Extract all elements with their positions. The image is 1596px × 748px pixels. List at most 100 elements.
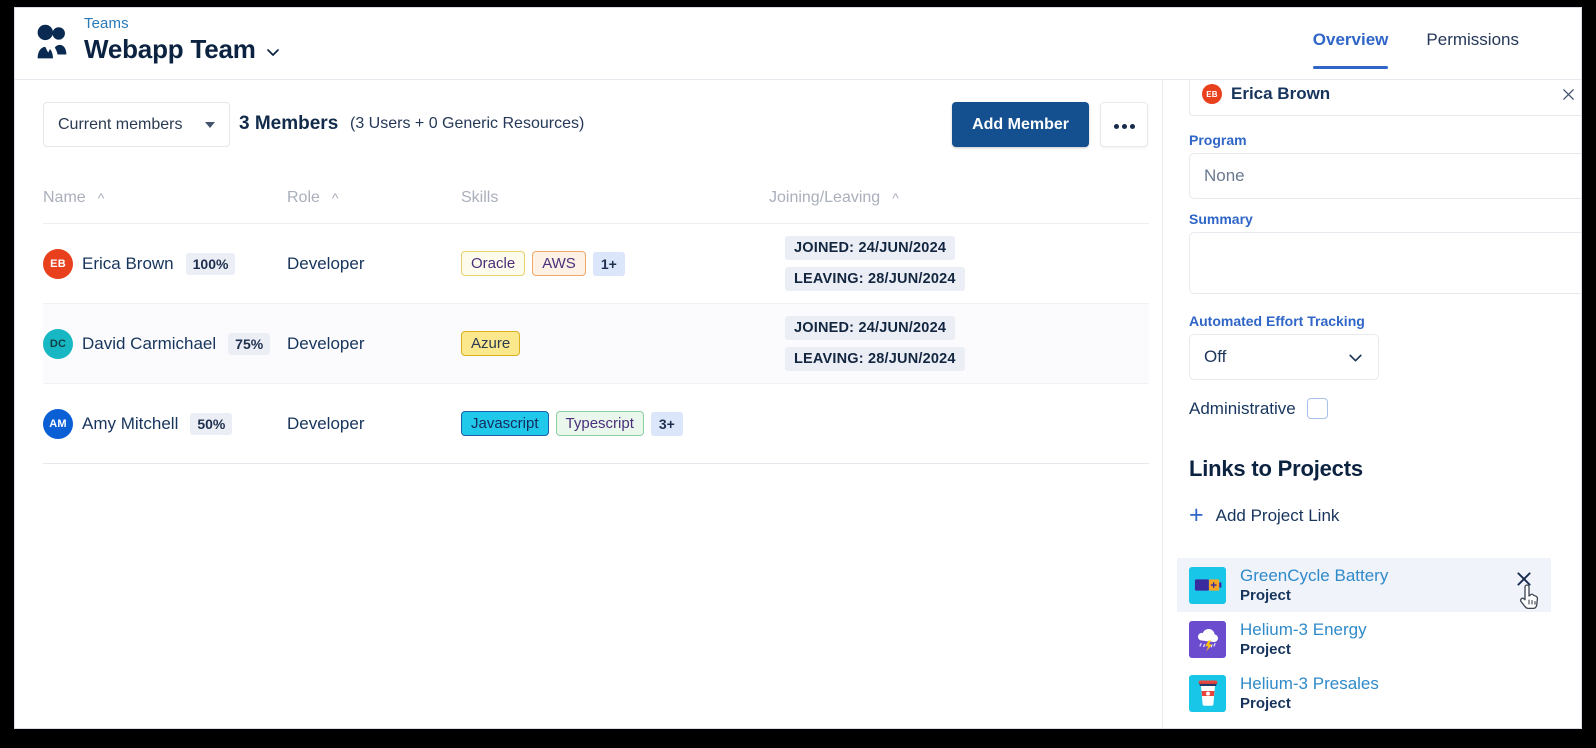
automated-effort-tracking-label: Automated Effort Tracking [1189,313,1379,329]
joined-badge: JOINED: 24/JUN/2024 [785,316,955,340]
skill-overflow-badge[interactable]: 1+ [593,252,625,276]
member-name-cell: EB Erica Brown 100% [43,249,287,279]
member-role: Developer [287,254,461,274]
project-name[interactable]: Helium-3 Energy [1240,619,1367,640]
member-dates-cell: JOINED: 24/JUN/2024 LEAVING: 28/JUN/2024 [769,316,1149,371]
tab-overview[interactable]: Overview [1313,30,1389,69]
selected-person-select[interactable]: EB Erica Brown [1189,80,1581,116]
administrative-checkbox[interactable] [1307,398,1328,419]
program-select[interactable]: None [1189,153,1581,199]
tab-bar: Overview Permissions [1313,30,1519,69]
mouse-cursor-pointer [1517,584,1543,614]
sort-asc-icon: ^ [332,191,339,205]
allocation-badge: 100% [186,253,236,275]
column-label: Role [287,189,320,207]
project-link-item[interactable]: Helium-3 Presales Project [1177,666,1551,720]
table-header-row: Name ^ Role ^ Skills Joining/Leaving ^ [43,172,1149,224]
project-type: Project [1240,694,1379,714]
column-header-name[interactable]: Name ^ [43,189,287,207]
member-role: Developer [287,414,461,434]
members-filter-value: Current members [58,116,182,134]
breadcrumb[interactable]: Teams [84,15,129,32]
table-row[interactable]: AM Amy Mitchell 50% Developer Javascript… [43,384,1149,464]
project-name[interactable]: GreenCycle Battery [1240,565,1388,586]
app-window: Teams Webapp Team Overview Permissions C… [14,7,1582,729]
project-link-item[interactable]: GreenCycle Battery Project [1177,558,1551,612]
team-people-icon [29,20,75,66]
skill-chip[interactable]: AWS [532,251,586,276]
table-row[interactable]: DC David Carmichael 75% Developer Azure [43,304,1149,384]
members-filter-select[interactable]: Current members [43,102,230,147]
chevron-down-icon [1347,349,1364,366]
plus-icon: + [1189,503,1204,528]
member-dates-cell: JOINED: 24/JUN/2024 LEAVING: 28/JUN/2024 [769,236,1149,291]
add-project-link-button[interactable]: + Add Project Link [1189,503,1581,528]
member-name-cell: AM Amy Mitchell 50% [43,409,287,439]
chevron-down-icon [205,122,215,128]
page-title: Webapp Team [84,34,256,65]
members-table: Name ^ Role ^ Skills Joining/Leaving ^ [43,172,1149,464]
add-project-link-label: Add Project Link [1216,506,1340,526]
column-label: Name [43,189,86,207]
avatar: EB [1202,84,1222,104]
skill-chip[interactable]: Azure [461,331,520,356]
leaving-badge: LEAVING: 28/JUN/2024 [785,347,965,371]
tracking-value: Off [1204,347,1226,367]
column-label: Joining/Leaving [769,189,880,207]
project-type: Project [1240,640,1367,660]
column-header-skills[interactable]: Skills [461,189,769,207]
administrative-label: Administrative [1189,399,1296,419]
skill-chip[interactable]: Javascript [461,411,549,436]
member-name: David Carmichael [82,334,216,354]
automated-effort-tracking-select[interactable]: Off [1189,334,1379,380]
summary-label: Summary [1189,211,1581,227]
member-name: Erica Brown [82,254,174,274]
storm-cloud-icon [1189,621,1226,658]
project-link-item[interactable]: Helium-3 Energy Project [1177,612,1551,666]
member-name: Amy Mitchell [82,414,178,434]
program-value: None [1204,166,1245,186]
summary-textarea[interactable] [1189,232,1581,294]
column-header-role[interactable]: Role ^ [287,189,461,207]
member-skills-cell: Azure [461,331,769,356]
member-role: Developer [287,334,461,354]
members-toolbar: Current members 3 Members (3 Users + 0 G… [15,102,1162,150]
tab-permissions[interactable]: Permissions [1426,30,1519,69]
allocation-badge: 75% [228,333,270,355]
team-title-menu[interactable]: Webapp Team [84,34,281,65]
member-name-cell: DC David Carmichael 75% [43,329,287,359]
add-member-button[interactable]: Add Member [952,102,1089,147]
sort-asc-icon: ^ [892,191,899,205]
skill-overflow-badge[interactable]: 3+ [651,412,683,436]
avatar: DC [43,329,73,359]
column-label: Skills [461,189,498,207]
leaving-badge: LEAVING: 28/JUN/2024 [785,267,965,291]
joined-badge: JOINED: 24/JUN/2024 [785,236,955,260]
page-header: Teams Webapp Team Overview Permissions [15,8,1581,80]
column-header-joining-leaving[interactable]: Joining/Leaving ^ [769,189,1149,207]
program-label: Program [1189,132,1581,148]
details-side-panel: EB Erica Brown Program None [1163,80,1581,729]
members-count: 3 Members [239,113,338,135]
page-body: Current members 3 Members (3 Users + 0 G… [15,80,1581,729]
sort-asc-icon: ^ [98,191,105,205]
member-skills-cell: Oracle AWS 1+ [461,251,769,276]
ellipsis-icon [1112,116,1136,134]
avatar: EB [43,249,73,279]
project-type: Project [1240,586,1388,606]
table-row[interactable]: EB Erica Brown 100% Developer Oracle AWS… [43,224,1149,304]
chevron-down-icon [265,44,281,60]
members-breakdown: (3 Users + 0 Generic Resources) [350,115,584,133]
allocation-badge: 50% [190,413,232,435]
close-icon[interactable] [1561,87,1576,102]
members-main-panel: Current members 3 Members (3 Users + 0 G… [15,80,1163,729]
member-skills-cell: Javascript Typescript 3+ [461,411,769,436]
more-actions-button[interactable] [1100,102,1148,147]
coffee-cup-icon [1189,675,1226,712]
skill-chip[interactable]: Typescript [556,411,644,436]
links-to-projects-title: Links to Projects [1189,456,1581,482]
battery-icon [1189,567,1226,604]
avatar: AM [43,409,73,439]
skill-chip[interactable]: Oracle [461,251,525,276]
project-name[interactable]: Helium-3 Presales [1240,673,1379,694]
